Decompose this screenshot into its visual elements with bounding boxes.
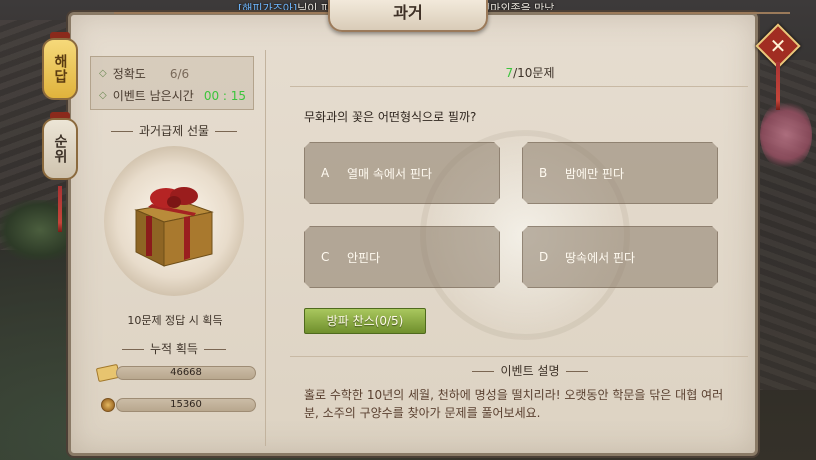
accuracy-value: 6/6 (169, 66, 190, 81)
accuracy-row: ◇ 정확도 6/6 (99, 65, 189, 82)
tab-answer[interactable]: 해답 (42, 38, 78, 100)
tab-rank[interactable]: 순위 (42, 118, 78, 180)
answer-letter: A (321, 166, 330, 180)
event-heading: 이벤트 설명 (430, 362, 630, 379)
question-counter: 7/10문제 (420, 64, 640, 81)
gift-caption: 10문제 정답 시 획득 (127, 314, 223, 327)
answer-option-c[interactable]: C 안핀다 (304, 226, 500, 288)
left-column: ◇ 정확도 6/6 ◇ 이벤트 남은시간 00 : 15 과거급제 선물 10문… (84, 50, 266, 446)
chance-button[interactable]: 방파 찬스(0/5) (304, 308, 426, 334)
accumulated-row: 15360 (96, 396, 260, 414)
title-ornament-right (550, 12, 790, 22)
question-text: 무화과의 꽃은 어떤형식으로 필까? (304, 110, 477, 124)
accumulated-value: 15360 (116, 398, 256, 412)
accumulated-value: 46668 (116, 366, 256, 380)
bullet-icon: ◇ (99, 90, 107, 101)
time-label: 이벤트 남은시간 (112, 89, 194, 103)
question-total: /10문제 (513, 66, 555, 80)
tassel-right (776, 62, 780, 110)
gift-heading: 과거급제 선물 (94, 122, 254, 139)
tassel-left (58, 186, 62, 232)
question-current: 7 (505, 66, 514, 80)
event-description: 홀로 수학한 10년의 세월, 천하에 명성을 떨치리라! 오랫동안 학문을 닦… (304, 388, 724, 420)
panel-title: 과거 (328, 0, 488, 32)
accuracy-label: 정확도 (112, 67, 146, 81)
answer-letter: C (321, 250, 330, 264)
bullet-icon: ◇ (99, 68, 107, 79)
answer-option-d[interactable]: D 땅속에서 핀다 (522, 226, 718, 288)
answer-text: 밤에만 핀다 (565, 166, 625, 181)
answer-letter: D (539, 250, 549, 264)
divider (290, 86, 748, 87)
divider (290, 356, 748, 357)
answer-text: 열매 속에서 핀다 (347, 166, 432, 181)
answer-option-b[interactable]: B 밤에만 핀다 (522, 142, 718, 204)
accumulated-heading: 누적 획득 (94, 340, 254, 357)
close-icon: ✕ (769, 34, 787, 58)
time-row: ◇ 이벤트 남은시간 00 : 15 (99, 87, 246, 104)
answer-text: 땅속에서 핀다 (565, 250, 636, 265)
stats-box: ◇ 정확도 6/6 ◇ 이벤트 남은시간 00 : 15 (90, 56, 254, 110)
answer-letter: B (539, 166, 548, 180)
answer-text: 안핀다 (347, 250, 381, 265)
gift-box-icon (134, 187, 214, 267)
time-value: 00 : 15 (203, 88, 247, 103)
answer-option-a[interactable]: A 열매 속에서 핀다 (304, 142, 500, 204)
title-ornament-left (114, 12, 354, 22)
accumulated-row: 46668 (95, 363, 260, 383)
background-blossom-tree (760, 100, 812, 170)
